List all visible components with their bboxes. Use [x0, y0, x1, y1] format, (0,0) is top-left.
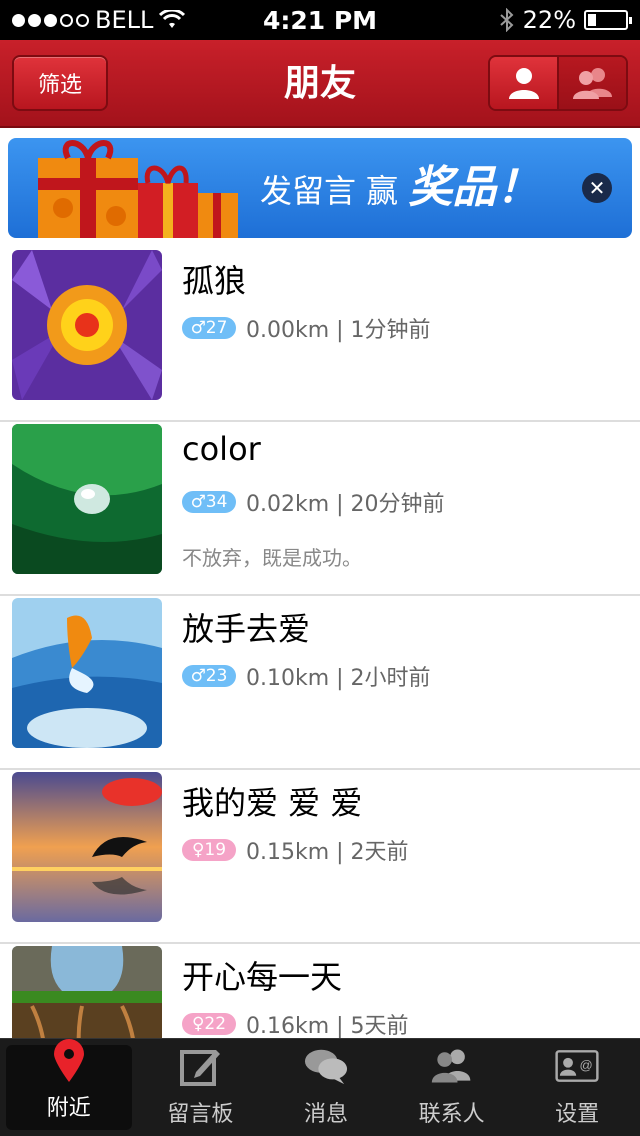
distance-time: 0.10km | 2小时前 — [246, 666, 431, 691]
contacts-icon — [430, 1044, 474, 1088]
tab-label: 联系人 — [418, 1102, 485, 1127]
battery-fill — [588, 14, 596, 26]
friend-meta: ♂34 0.02km | 20分钟前 — [182, 486, 445, 518]
close-banner-button[interactable]: ✕ — [582, 173, 612, 203]
tab-messages[interactable]: 消息 — [263, 1039, 389, 1136]
avatar — [12, 772, 162, 922]
tab-nearby[interactable]: 附近 — [6, 1039, 132, 1130]
battery-percent: 22% — [522, 6, 576, 34]
friend-row[interactable]: 放手去爱 ♂23 0.10km | 2小时前 — [0, 596, 640, 770]
banner-text-main: 发留言 赢 — [260, 172, 409, 210]
avatar — [12, 424, 162, 574]
group-users-icon — [572, 68, 612, 99]
status-bar: BELL 4:21 PM 22% — [0, 0, 640, 40]
settings-card-icon: @ — [555, 1044, 599, 1088]
friend-list: 孤狼 ♂27 0.00km | 1分钟前 color ♂34 0.02km | … — [0, 248, 640, 1118]
gender-age-badge: ♂34 — [182, 491, 236, 513]
tab-message-board[interactable]: 留言板 — [138, 1039, 264, 1136]
friend-name: 放手去爱 — [182, 610, 311, 648]
tab-label: 留言板 — [167, 1102, 234, 1127]
nav-bar: 朋友 筛选 — [0, 40, 640, 128]
friend-meta: ♂27 0.00km | 1分钟前 — [182, 312, 431, 344]
tab-label: 附近 — [46, 1096, 91, 1121]
distance-time: 0.02km | 20分钟前 — [246, 492, 445, 517]
tab-label: 消息 — [303, 1102, 348, 1127]
friend-name: 我的爱 爱 爱 — [182, 784, 363, 822]
single-user-icon — [508, 68, 539, 99]
friend-row[interactable]: 孤狼 ♂27 0.00km | 1分钟前 — [0, 248, 640, 422]
svg-text:@: @ — [580, 1057, 593, 1072]
gender-age-badge: ♂27 — [182, 317, 236, 339]
tab-bar: 附近 留言板 消息 联系人 @ 设置 — [0, 1038, 640, 1136]
edit-icon — [178, 1044, 222, 1088]
gift-box-icon — [38, 140, 238, 238]
gender-age-badge: ♀22 — [182, 1013, 236, 1035]
avatar — [12, 598, 162, 748]
distance-time: 0.15km | 2天前 — [246, 840, 409, 865]
group-users-toggle-button[interactable] — [557, 57, 626, 109]
friend-meta: ♀19 0.15km | 2天前 — [182, 834, 409, 866]
distance-time: 0.00km | 1分钟前 — [246, 318, 431, 343]
gender-age-badge: ♀19 — [182, 839, 236, 861]
banner-text-prize: 奖品！ — [408, 162, 541, 213]
status-right: 22% — [499, 6, 632, 34]
tab-settings[interactable]: @ 设置 — [514, 1039, 640, 1136]
friend-row[interactable]: 我的爱 爱 爱 ♀19 0.15km | 2天前 — [0, 770, 640, 944]
signal-strength-icon — [12, 13, 89, 27]
friend-meta: ♂23 0.10km | 2小时前 — [182, 660, 431, 692]
gender-age-badge: ♂23 — [182, 665, 236, 687]
single-user-toggle-button[interactable] — [490, 57, 557, 109]
distance-time: 0.16km | 5天前 — [246, 1014, 409, 1039]
friend-meta: ♀22 0.16km | 5天前 — [182, 1008, 409, 1040]
friend-name: 开心每一天 — [182, 958, 343, 996]
carrier-label: BELL — [95, 6, 154, 34]
location-pin-icon — [47, 1038, 91, 1082]
wifi-icon — [159, 10, 186, 28]
battery-icon — [584, 10, 632, 30]
chat-bubbles-icon — [304, 1044, 348, 1088]
avatar — [12, 250, 162, 400]
friend-row[interactable]: color ♂34 0.02km | 20分钟前 不放弃，既是成功。 — [0, 422, 640, 596]
status-left: BELL — [12, 6, 186, 34]
close-icon: ✕ — [588, 176, 606, 200]
tab-contacts[interactable]: 联系人 — [389, 1039, 515, 1136]
filter-button[interactable]: 筛选 — [12, 55, 108, 111]
friend-name: 孤狼 — [182, 262, 247, 300]
banner-text: 发留言 赢 奖品！ — [260, 138, 540, 238]
promo-banner[interactable]: 发留言 赢 奖品！ ✕ — [8, 138, 632, 238]
bluetooth-icon — [499, 8, 514, 32]
friend-name: color — [182, 430, 261, 468]
view-toggle — [488, 55, 628, 111]
tab-label: 设置 — [555, 1102, 600, 1127]
friend-signature: 不放弃，既是成功。 — [182, 546, 362, 570]
